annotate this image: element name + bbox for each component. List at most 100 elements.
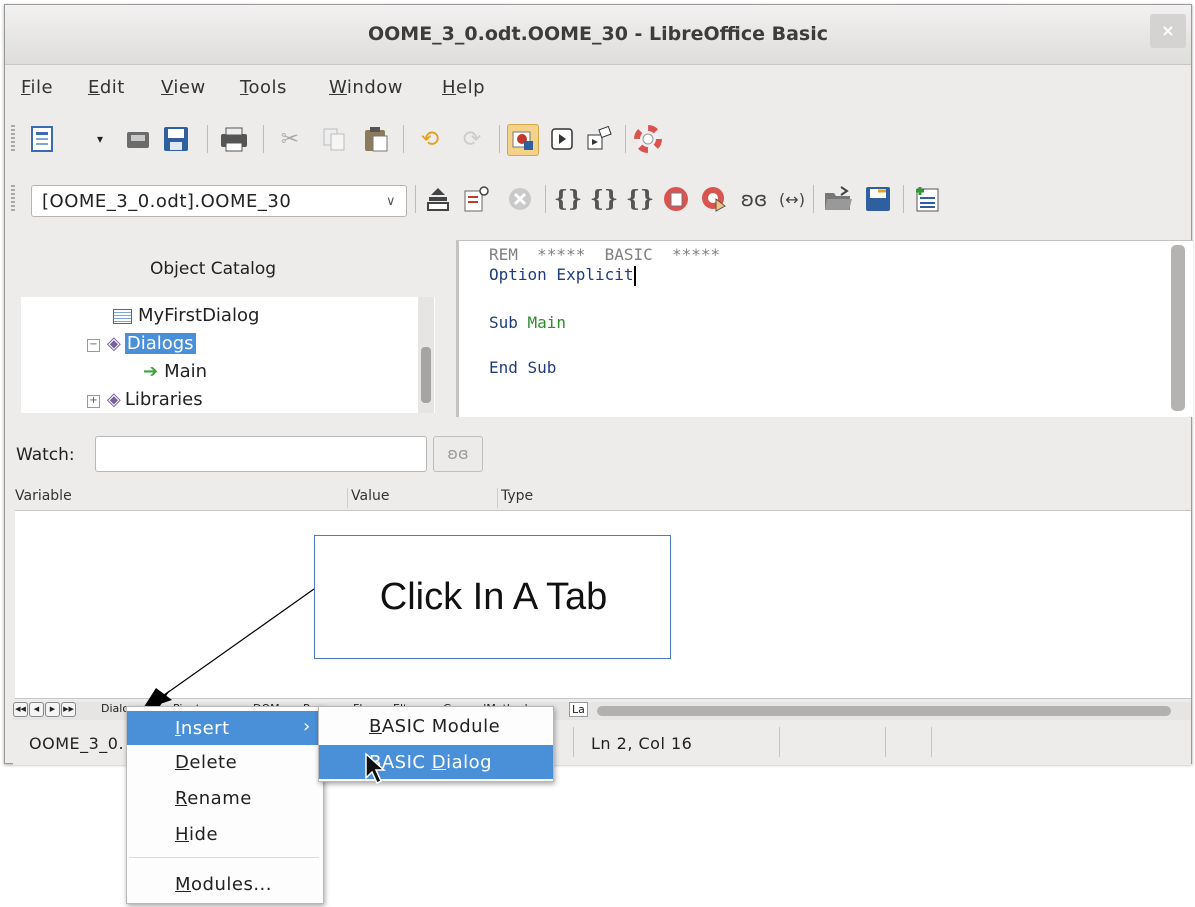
stop-icon[interactable] xyxy=(505,184,535,214)
menu-insert[interactable]: Insert › xyxy=(127,711,323,745)
undo-icon[interactable]: ⟲ xyxy=(415,124,445,154)
code-line-sub: Sub Main xyxy=(489,313,567,332)
toolbar-separator xyxy=(625,125,626,153)
menu-basic-dialog[interactable]: BASIC Dialog xyxy=(319,745,553,779)
menu-view[interactable]: View xyxy=(161,77,206,98)
redo-icon[interactable]: ⟳ xyxy=(457,124,487,154)
column-type[interactable]: Type xyxy=(501,488,533,504)
tree-item-dialogs[interactable]: ◈ Dialogs xyxy=(107,333,196,354)
first-tab-icon[interactable]: ◀◀ xyxy=(13,702,28,717)
toolbar-separator xyxy=(903,185,904,213)
tab-la[interactable]: La xyxy=(569,702,588,717)
help-lifebuoy-icon[interactable] xyxy=(633,124,663,154)
status-document: OOME_3_0. xyxy=(29,734,125,753)
insert-source-icon[interactable] xyxy=(911,184,941,214)
chevron-down-icon: ∨ xyxy=(385,194,396,209)
library-select[interactable]: [OOME_3_0.odt].OOME_30 ∨ xyxy=(31,185,407,217)
macro-toolbar: [OOME_3_0.odt].OOME_30 ∨ {} {} {} ʚɞ (↔) xyxy=(5,175,1191,223)
add-watch-button[interactable]: ʚɞ xyxy=(433,436,483,472)
menu-hide[interactable]: Hide xyxy=(127,817,323,851)
run-form-icon[interactable] xyxy=(547,124,577,154)
paste-icon[interactable] xyxy=(361,124,391,154)
glasses-icon: ʚɞ xyxy=(447,444,469,463)
code-line-option: Option Explicit xyxy=(489,265,636,286)
expand-icon[interactable]: + xyxy=(87,395,100,408)
arrow-right-icon: ➔ xyxy=(143,361,159,382)
menu-edit[interactable]: Edit xyxy=(88,77,125,98)
object-catalog-icon[interactable]: (↔) xyxy=(777,184,807,214)
last-tab-icon[interactable]: ▶▶ xyxy=(61,702,76,717)
library-icon: ◈ xyxy=(107,333,121,354)
design-mode-icon[interactable] xyxy=(585,124,615,154)
toolbar-separator xyxy=(499,125,500,153)
export-basic-icon[interactable] xyxy=(863,184,893,214)
watch-label: Watch: xyxy=(16,445,75,465)
close-button[interactable]: × xyxy=(1150,14,1186,48)
toolbar-separator xyxy=(207,125,208,153)
tabs-horizontal-scrollbar[interactable] xyxy=(597,706,1171,716)
catalog-scroll-thumb[interactable] xyxy=(421,347,431,403)
save-icon[interactable] xyxy=(161,124,191,154)
status-position: Ln 2, Col 16 xyxy=(591,734,693,753)
column-divider xyxy=(497,488,498,508)
code-line-end-sub: End Sub xyxy=(489,358,557,377)
step-into-icon[interactable]: {} xyxy=(553,184,583,214)
window-title: OOME_3_0.odt.OOME_30 - LibreOffice Basic xyxy=(367,23,829,45)
compile-icon[interactable] xyxy=(423,184,453,214)
tree-item-libraries[interactable]: ◈ Libraries xyxy=(107,389,203,410)
menu-basic-module[interactable]: BASIC Module xyxy=(319,709,553,743)
standard-toolbar: ▾ ✂ ⟲ ⟳ xyxy=(5,115,1191,163)
menu-help[interactable]: Help xyxy=(442,77,485,98)
menu-bar: File Edit View Tools Window Help xyxy=(5,65,1191,109)
text-cursor xyxy=(633,265,636,286)
enable-watch-icon[interactable]: ʚɞ xyxy=(739,184,769,214)
next-tab-icon[interactable]: ▶ xyxy=(45,702,60,717)
toolbar-grip[interactable] xyxy=(11,125,15,153)
toolbar-separator xyxy=(545,185,546,213)
tab-context-menu: Insert › Delete Rename Hide Modules... xyxy=(126,706,324,904)
tree-item-main[interactable]: ➔ Main xyxy=(143,361,207,382)
copy-icon[interactable] xyxy=(319,124,349,154)
callout-box: Click In A Tab xyxy=(314,535,671,659)
previous-tab-icon[interactable]: ◀ xyxy=(29,702,44,717)
editor-scrollbar[interactable] xyxy=(1171,245,1185,411)
object-catalog-title: Object Catalog xyxy=(150,259,277,279)
breakpoint-icon[interactable] xyxy=(661,184,691,214)
title-bar[interactable]: OOME_3_0.odt.OOME_30 - LibreOffice Basic… xyxy=(5,5,1191,65)
collapse-icon[interactable]: − xyxy=(87,339,100,352)
run-basic-icon[interactable] xyxy=(461,184,491,214)
menu-file[interactable]: File xyxy=(21,77,53,98)
menu-modules[interactable]: Modules... xyxy=(127,867,323,901)
print-icon[interactable] xyxy=(219,124,249,154)
new-document-icon[interactable] xyxy=(27,124,57,154)
status-separator xyxy=(931,727,932,757)
menu-window[interactable]: Window xyxy=(329,77,403,98)
toolbar-grip[interactable] xyxy=(11,185,15,213)
column-divider xyxy=(347,488,348,508)
code-editor[interactable]: REM ***** BASIC ***** Option Explicit Su… xyxy=(456,240,1193,417)
step-over-icon[interactable]: {} xyxy=(589,184,619,214)
toolbar-separator xyxy=(813,185,814,213)
menu-delete[interactable]: Delete xyxy=(127,745,323,779)
step-out-icon[interactable]: {} xyxy=(625,184,655,214)
menu-rename[interactable]: Rename xyxy=(127,781,323,815)
toolbar-separator xyxy=(403,125,404,153)
dialog-icon xyxy=(113,308,132,324)
cut-icon[interactable]: ✂ xyxy=(275,124,305,154)
mouse-pointer-icon xyxy=(365,752,386,785)
select-module-icon[interactable] xyxy=(507,124,539,156)
manage-breakpoints-icon[interactable] xyxy=(699,184,729,214)
status-separator xyxy=(885,727,886,757)
open-icon[interactable] xyxy=(123,124,153,154)
dropdown-arrow-icon[interactable]: ▾ xyxy=(85,124,115,154)
import-basic-icon[interactable] xyxy=(823,184,853,214)
status-separator xyxy=(779,727,780,757)
status-separator xyxy=(573,727,574,757)
menu-tools[interactable]: Tools xyxy=(240,77,287,98)
column-value[interactable]: Value xyxy=(351,488,389,504)
column-variable[interactable]: Variable xyxy=(15,488,72,504)
tree-item-myfirstdialog[interactable]: MyFirstDialog xyxy=(113,305,259,326)
watch-input[interactable] xyxy=(95,436,427,472)
menu-divider xyxy=(129,857,319,858)
object-catalog-tree[interactable]: MyFirstDialog − ◈ Dialogs ➔ Main + ◈ Librar… xyxy=(21,297,435,413)
